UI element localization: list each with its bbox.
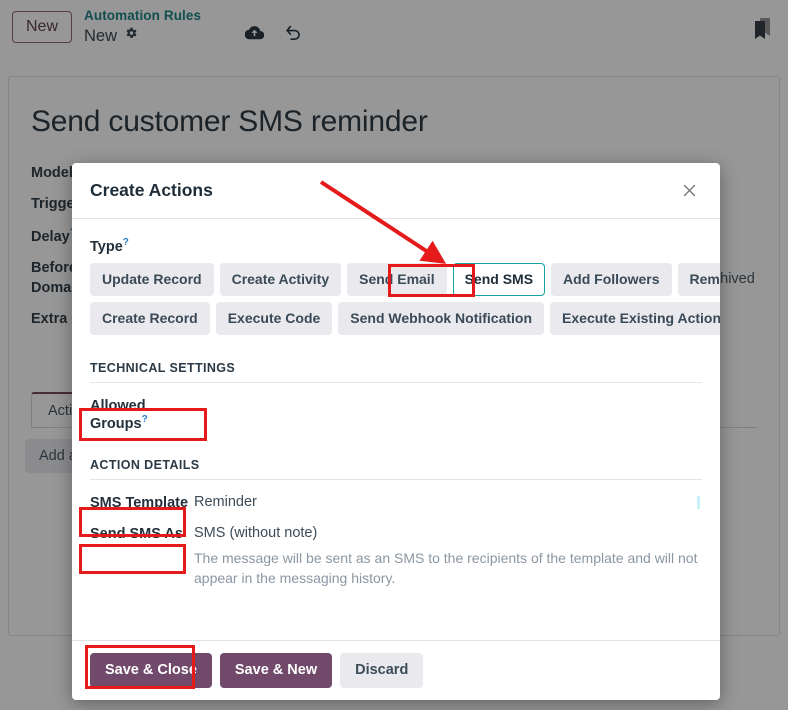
sms-template-text: Reminder — [194, 494, 257, 510]
type-button-row: Update Record Create Activity Send Email… — [90, 263, 702, 296]
type-btn-create-activity[interactable]: Create Activity — [220, 263, 342, 296]
dialog-footer: Save & Close Save & New Discard — [72, 640, 720, 700]
technical-settings-heading: TECHNICAL SETTINGS — [90, 361, 702, 383]
send-sms-as-row: Send SMS As SMS (without note) The messa… — [90, 525, 702, 589]
help-icon[interactable]: ? — [123, 237, 129, 248]
allowed-groups-label: Allowed Groups? — [90, 397, 194, 432]
close-icon[interactable] — [676, 178, 702, 204]
type-btn-send-webhook-notification[interactable]: Send Webhook Notification — [338, 302, 544, 335]
type-button-row: Create Record Execute Code Send Webhook … — [90, 302, 702, 335]
type-btn-add-followers[interactable]: Add Followers — [551, 263, 671, 296]
dialog-header: Create Actions — [72, 163, 720, 219]
send-sms-as-text: SMS (without note) — [194, 525, 317, 541]
allowed-groups-row: Allowed Groups? — [90, 397, 702, 432]
type-button-group: Update Record Create Activity Send Email… — [90, 263, 702, 335]
dialog-body: Type? Update Record Create Activity Send… — [72, 219, 720, 640]
send-sms-as-description: The message will be sent as an SMS to th… — [194, 548, 702, 589]
create-actions-dialog: Create Actions Type? Update Record Creat… — [72, 163, 720, 700]
save-and-close-button[interactable]: Save & Close — [90, 653, 212, 688]
send-sms-as-value[interactable]: SMS (without note) The message will be s… — [194, 525, 702, 589]
type-btn-create-record[interactable]: Create Record — [90, 302, 210, 335]
help-icon[interactable]: ? — [142, 414, 148, 425]
discard-button[interactable]: Discard — [340, 653, 423, 688]
type-btn-remove-followers[interactable]: Remove Followers — [678, 263, 721, 296]
type-btn-execute-existing-actions[interactable]: Execute Existing Actions — [550, 302, 720, 335]
type-btn-send-email[interactable]: Send Email — [347, 263, 446, 296]
sms-template-value[interactable]: Reminder — [194, 494, 702, 510]
sms-template-label: SMS Template — [90, 494, 194, 511]
internal-link-icon[interactable] — [697, 496, 700, 509]
action-details-heading: ACTION DETAILS — [90, 458, 702, 480]
save-and-new-button[interactable]: Save & New — [220, 653, 332, 688]
type-btn-update-record[interactable]: Update Record — [90, 263, 214, 296]
dialog-title: Create Actions — [90, 180, 676, 201]
send-sms-as-label: Send SMS As — [90, 525, 194, 542]
sms-template-row: SMS Template Reminder — [90, 494, 702, 511]
type-btn-execute-code[interactable]: Execute Code — [216, 302, 333, 335]
type-field-label: Type? — [90, 237, 702, 255]
type-btn-send-sms[interactable]: Send SMS — [453, 263, 545, 296]
allowed-groups-input[interactable] — [194, 397, 702, 423]
